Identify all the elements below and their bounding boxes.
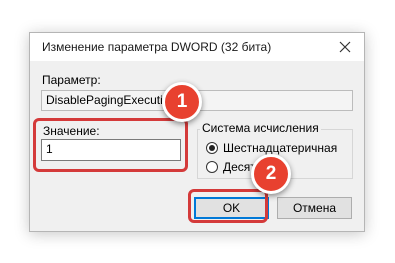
radio-hex-label: Шестнадцатеричная bbox=[223, 141, 338, 155]
value-highlight bbox=[33, 118, 188, 172]
radix-hex-option[interactable]: Шестнадцатеричная bbox=[206, 141, 337, 155]
parameter-label: Параметр: bbox=[42, 73, 101, 87]
ok-highlight bbox=[188, 189, 268, 223]
step-1-badge: 1 bbox=[162, 82, 202, 122]
radio-hex[interactable] bbox=[206, 142, 218, 154]
step-2-badge: 2 bbox=[251, 154, 291, 194]
dialog-title: Изменение параметра DWORD (32 бита) bbox=[42, 40, 272, 54]
close-icon bbox=[339, 41, 351, 53]
title-bar: Изменение параметра DWORD (32 бита) bbox=[30, 33, 364, 61]
cancel-button[interactable]: Отмена bbox=[277, 197, 352, 219]
radio-dec[interactable] bbox=[206, 161, 218, 173]
close-button[interactable] bbox=[334, 36, 356, 58]
radix-group-title: Система исчисления bbox=[200, 121, 321, 135]
